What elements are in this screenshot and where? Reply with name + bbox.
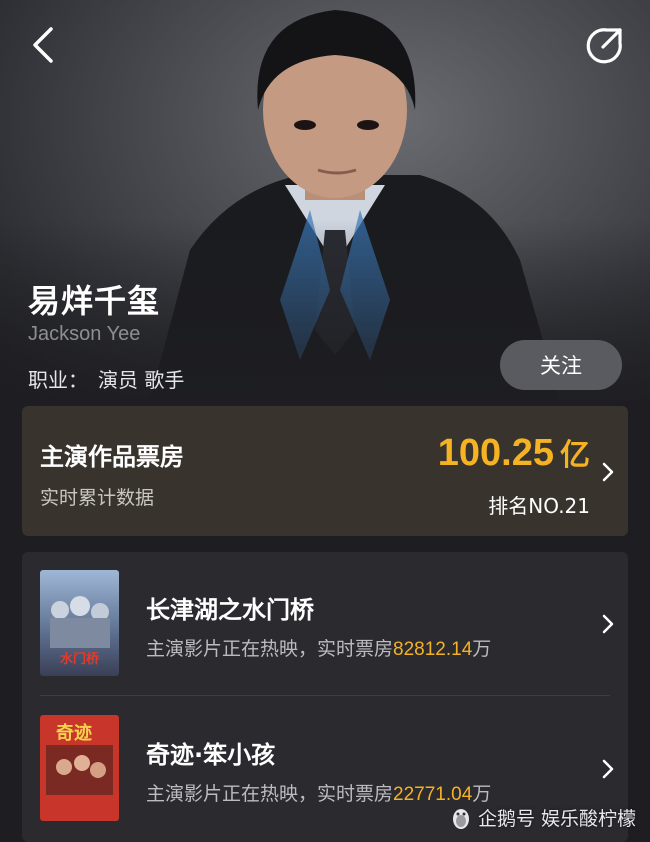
film-gross-value: 82812.14 xyxy=(393,639,473,660)
boxoffice-title: 主演作品票房 xyxy=(40,443,184,471)
film-title: 奇迹·笨小孩 xyxy=(146,741,276,769)
watermark-text: 企鹅号 娱乐酸柠檬 xyxy=(477,808,636,830)
film-description-text: 主演影片正在热映，实时票房 xyxy=(146,638,394,660)
film-gross-unit: 万 xyxy=(472,783,492,805)
boxoffice-amount: 100.25 亿 xyxy=(438,430,590,475)
actor-name-cn: 易烊千玺 xyxy=(28,282,161,320)
chevron-right-icon xyxy=(602,614,614,634)
film-list: 水门桥 长津湖之水门桥 主演影片正在热映，实时票房82812.14万 奇迹 奇迹… xyxy=(22,552,628,842)
share-button[interactable] xyxy=(582,22,628,68)
back-arrow-icon xyxy=(33,27,53,63)
penguin-icon xyxy=(452,808,469,829)
boxoffice-amount-unit: 亿 xyxy=(560,438,590,473)
boxoffice-amount-value: 100.25 xyxy=(437,432,554,474)
boxoffice-subtitle: 实时累计数据 xyxy=(40,487,155,509)
film-poster-title: 奇迹 xyxy=(56,722,92,744)
film-gross-unit: 万 xyxy=(472,638,492,660)
film-poster: 奇迹 xyxy=(40,715,119,821)
profession-line: 职业： 演员 歌手 xyxy=(28,364,184,393)
film-poster-title: 水门桥 xyxy=(60,651,100,667)
film-poster-image: 水门桥 xyxy=(40,570,119,676)
boxoffice-rank: 排名NO.21 xyxy=(488,494,590,518)
back-button[interactable] xyxy=(20,22,66,68)
film-title: 长津湖之水门桥 xyxy=(146,596,314,624)
film-description: 主演影片正在热映，实时票房82812.14万 xyxy=(146,634,491,661)
film-row[interactable]: 水门桥 长津湖之水门桥 主演影片正在热映，实时票房82812.14万 xyxy=(22,552,628,696)
watermark: 企鹅号 娱乐酸柠檬 xyxy=(450,804,636,831)
actor-name-en: Jackson Yee xyxy=(28,323,141,345)
profession-value: 演员 歌手 xyxy=(98,368,185,392)
follow-button[interactable]: 关注 xyxy=(500,340,622,390)
boxoffice-card[interactable]: 主演作品票房 实时累计数据 100.25 亿 排名NO.21 xyxy=(22,406,628,536)
film-poster-image: 奇迹 xyxy=(40,715,119,821)
list-divider xyxy=(40,695,610,696)
film-description-text: 主演影片正在热映，实时票房 xyxy=(146,783,394,805)
share-icon xyxy=(586,28,622,64)
chevron-right-icon xyxy=(602,462,614,482)
chevron-right-icon xyxy=(602,759,614,779)
film-gross-value: 22771.04 xyxy=(393,784,473,805)
film-poster: 水门桥 xyxy=(40,570,119,676)
profession-label: 职业： xyxy=(28,368,88,392)
film-description: 主演影片正在热映，实时票房22771.04万 xyxy=(146,779,491,806)
